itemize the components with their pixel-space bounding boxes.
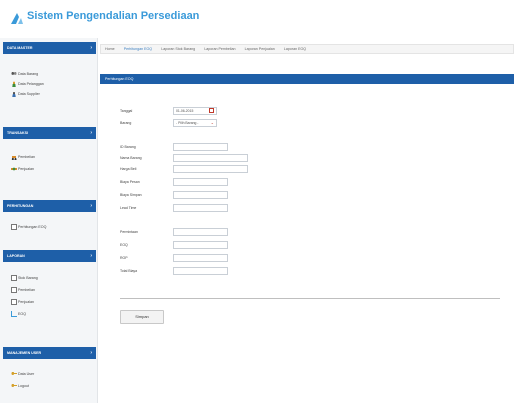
sidebar-item-perhitungan-eoq[interactable]: Perhitungan EOQ bbox=[11, 223, 46, 231]
key-icon bbox=[11, 371, 17, 378]
document-icon bbox=[11, 299, 17, 306]
document-icon bbox=[11, 287, 17, 294]
breadcrumb-laporan-pembelian[interactable]: Laporan Pembelian bbox=[200, 45, 239, 53]
users-icon bbox=[11, 71, 17, 78]
sidebar-item-pembelian[interactable]: Pembelian bbox=[11, 153, 35, 161]
sidebar-item-label: EOQ bbox=[18, 312, 26, 316]
chart-icon bbox=[11, 311, 17, 318]
eoq-input[interactable] bbox=[173, 241, 228, 249]
sidebar-item-label: Data Supplier bbox=[18, 92, 40, 96]
sidebar-item-label: Stok Barang bbox=[18, 276, 38, 280]
app-header: Sistem Pengendalian Persediaan bbox=[0, 0, 515, 38]
calendar-icon[interactable] bbox=[209, 108, 214, 113]
chevron-down-icon: ⌄ bbox=[210, 120, 214, 125]
sidebar-item-label: Data User bbox=[18, 372, 35, 376]
id-barang-input[interactable] bbox=[173, 143, 228, 151]
cart-icon bbox=[11, 154, 17, 161]
tanggal-label: Tanggal bbox=[120, 109, 133, 113]
breadcrumb-perhitungan-eoq[interactable]: Perhitungan EOQ bbox=[120, 45, 156, 53]
id-barang-label: ID Barang bbox=[120, 145, 136, 149]
supplier-icon bbox=[11, 91, 17, 98]
harga-beli-input[interactable] bbox=[173, 165, 248, 173]
chevron-icon: › bbox=[90, 203, 92, 209]
breadcrumb-home[interactable]: Home bbox=[101, 45, 119, 53]
key-icon bbox=[11, 383, 17, 390]
sidebar-section-data-master[interactable]: DATA MASTER › bbox=[3, 42, 96, 54]
sidebar-item-label: Data Pelanggan bbox=[18, 82, 44, 86]
breadcrumb-laporan-stok[interactable]: Laporan Stok Barang bbox=[157, 45, 199, 53]
sidebar-item-laporan-pembelian[interactable]: Pembelian bbox=[11, 286, 35, 294]
chevron-icon: › bbox=[90, 130, 92, 136]
sidebar-section-laporan[interactable]: LAPORAN › bbox=[3, 250, 96, 262]
chevron-icon: › bbox=[90, 45, 92, 51]
app-title: Sistem Pengendalian Persediaan bbox=[27, 10, 200, 22]
lead-time-input[interactable] bbox=[173, 204, 228, 212]
sidebar-item-label: Perhitungan EOQ bbox=[18, 225, 47, 229]
document-icon bbox=[11, 224, 17, 231]
biaya-pesan-input[interactable] bbox=[173, 178, 228, 186]
barang-select[interactable]: - Pilih Barang - ⌄ bbox=[173, 119, 217, 127]
barang-label: Barang bbox=[120, 121, 132, 125]
sidebar-item-laporan-eoq[interactable]: EOQ bbox=[11, 310, 26, 318]
app-logo-icon bbox=[11, 13, 23, 24]
breadcrumb-laporan-eoq[interactable]: Laporan EOQ bbox=[280, 45, 310, 53]
eoq-label: EOQ bbox=[120, 243, 128, 247]
total-biaya-input[interactable] bbox=[173, 267, 228, 275]
sidebar-item-label: Penjualan bbox=[18, 167, 34, 171]
main-content: Home Perhitungan EOQ Laporan Stok Barang… bbox=[99, 38, 515, 403]
biaya-simpan-label: Biaya Simpan bbox=[120, 193, 142, 197]
nama-barang-input[interactable] bbox=[173, 154, 248, 162]
sidebar-item-label: Data Barang bbox=[18, 72, 39, 76]
permintaan-label: Permintaan bbox=[120, 230, 138, 234]
sidebar-section-title: DATA MASTER bbox=[7, 46, 33, 50]
breadcrumb: Home Perhitungan EOQ Laporan Stok Barang… bbox=[100, 44, 514, 54]
total-biaya-label: Total Biaya bbox=[120, 269, 138, 273]
sidebar-section-title: LAPORAN bbox=[7, 254, 25, 258]
rop-label: ROP bbox=[120, 256, 128, 260]
tanggal-value: 01-06-2015 bbox=[176, 109, 194, 113]
sidebar-item-laporan-stok[interactable]: Stok Barang bbox=[11, 274, 38, 282]
sidebar: DATA MASTER › Data Barang Data Pelanggan… bbox=[0, 38, 98, 403]
sale-icon bbox=[11, 166, 17, 173]
sidebar-section-perhitungan[interactable]: PERHITUNGAN › bbox=[3, 200, 96, 212]
sidebar-section-title: TRANSAKSI bbox=[7, 131, 28, 135]
eoq-form: Tanggal 01-06-2015 Barang - Pilih Barang… bbox=[100, 84, 514, 403]
form-header: Perhitungan EOQ bbox=[100, 74, 514, 84]
sidebar-item-label: Logout bbox=[18, 384, 29, 388]
sidebar-item-data-supplier[interactable]: Data Supplier bbox=[11, 90, 40, 98]
tanggal-input[interactable]: 01-06-2015 bbox=[173, 107, 217, 115]
form-divider bbox=[120, 298, 500, 299]
sidebar-item-data-user[interactable]: Data User bbox=[11, 370, 34, 378]
sidebar-item-data-barang[interactable]: Data Barang bbox=[11, 70, 38, 78]
sidebar-item-data-pelanggan[interactable]: Data Pelanggan bbox=[11, 80, 44, 88]
biaya-pesan-label: Biaya Pesan bbox=[120, 180, 140, 184]
sidebar-section-title: PERHITUNGAN bbox=[7, 204, 34, 208]
lead-time-label: Lead Time bbox=[120, 206, 137, 210]
rop-input[interactable] bbox=[173, 254, 228, 262]
sidebar-section-manajemen-user[interactable]: MANAJEMEN USER › bbox=[3, 347, 96, 359]
permintaan-input[interactable] bbox=[173, 228, 228, 236]
sidebar-item-label: Pembelian bbox=[18, 155, 35, 159]
person-icon bbox=[11, 81, 17, 88]
sidebar-section-title: MANAJEMEN USER bbox=[7, 351, 42, 355]
simpan-button[interactable]: Simpan bbox=[120, 310, 164, 324]
breadcrumb-laporan-penjualan[interactable]: Laporan Penjualan bbox=[241, 45, 279, 53]
sidebar-item-label: Penjualan bbox=[18, 300, 34, 304]
biaya-simpan-input[interactable] bbox=[173, 191, 228, 199]
sidebar-item-laporan-penjualan[interactable]: Penjualan bbox=[11, 298, 34, 306]
sidebar-item-label: Pembelian bbox=[18, 288, 35, 292]
sidebar-section-transaksi[interactable]: TRANSAKSI › bbox=[3, 127, 96, 139]
nama-barang-label: Nama Barang bbox=[120, 156, 142, 160]
document-icon bbox=[11, 275, 17, 282]
sidebar-item-penjualan[interactable]: Penjualan bbox=[11, 165, 34, 173]
sidebar-item-logout[interactable]: Logout bbox=[11, 382, 29, 390]
harga-beli-label: Harga Beli bbox=[120, 167, 137, 171]
chevron-icon: › bbox=[90, 350, 92, 356]
barang-selected-value: - Pilih Barang - bbox=[176, 121, 199, 125]
chevron-icon: › bbox=[90, 253, 92, 259]
